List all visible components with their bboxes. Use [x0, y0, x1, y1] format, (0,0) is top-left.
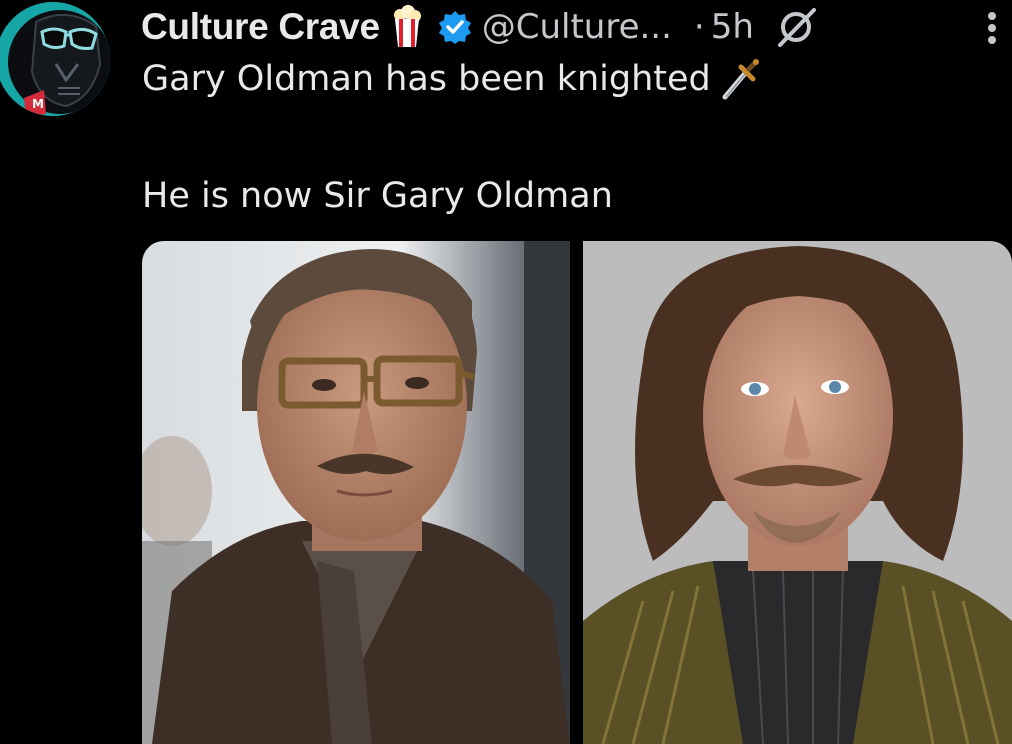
tweet-text-line-2: He is now Sir Gary Oldman	[142, 176, 613, 216]
dagger-icon	[719, 57, 759, 101]
tweet-timestamp[interactable]: 5h	[711, 7, 754, 47]
author-handle[interactable]: @Culture...	[482, 7, 672, 47]
tweet-media-grid	[142, 241, 1012, 744]
author-avatar[interactable]: M	[0, 2, 110, 116]
more-vertical-icon	[988, 12, 996, 44]
tweet-photo-2[interactable]	[583, 241, 1012, 744]
svg-text:M: M	[32, 97, 44, 111]
author-display-name[interactable]: Culture Crave	[141, 6, 380, 48]
tweet-photo-1[interactable]	[142, 241, 570, 744]
portrait-glasses-image	[142, 241, 570, 744]
verified-badge-icon	[438, 10, 472, 44]
portrait-curly-hair-image	[583, 241, 1012, 744]
more-options-button[interactable]	[972, 6, 1012, 50]
tweet-header: Culture Crave @Culture... · 5h	[141, 2, 818, 52]
tweet-text-line-1: Gary Oldman has been knighted	[142, 57, 759, 101]
separator-dot: ·	[693, 7, 705, 47]
popcorn-icon	[392, 5, 422, 49]
darth-vader-avatar-icon: M	[0, 2, 110, 116]
tweet-text: Gary Oldman has been knighted	[142, 59, 711, 99]
grok-icon[interactable]	[774, 7, 818, 47]
